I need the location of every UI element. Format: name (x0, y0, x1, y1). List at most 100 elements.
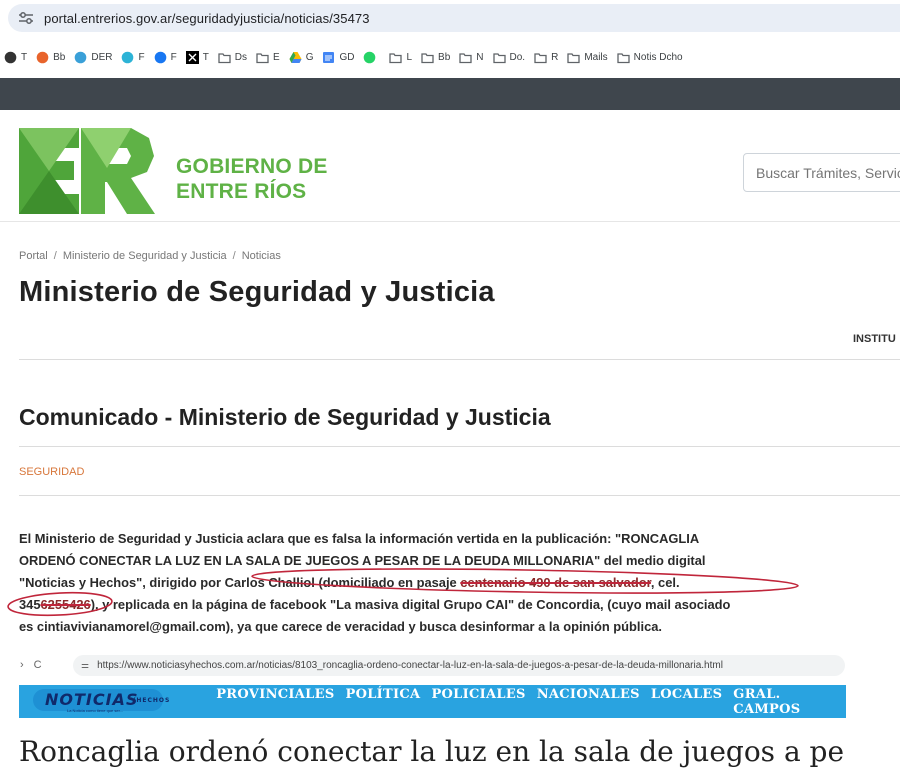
embedded-url-text: https://www.noticiasyhechos.com.ar/notic… (97, 660, 723, 671)
bookmark-label: F (170, 51, 177, 63)
folder-icon (617, 51, 630, 64)
bookmarks-bar: T Bb DER F F T Ds E G GD L Bb N Do. R Mails Notis Dcho (0, 36, 900, 78)
folder-icon (459, 51, 472, 64)
bookmark-item[interactable]: G (289, 51, 314, 64)
logo-text: NOTICIAS (45, 690, 139, 709)
url-text: portal.entrerios.gov.ar/seguridadyjustic… (44, 10, 370, 26)
bookmark-item[interactable]: Bb (421, 51, 450, 64)
article-line: "Noticias y Hechos", dirigido por Carlos… (19, 572, 899, 594)
folder-icon (218, 51, 231, 64)
breadcrumb-separator: / (232, 250, 236, 262)
bookmark-label: GD (339, 51, 355, 63)
bookmark-label: DER (91, 51, 113, 63)
embedded-browser-bar: › C ⚌ https://www.noticiasyhechos.com.ar… (0, 651, 900, 679)
bookmark-label: F (138, 51, 145, 63)
google-docs-icon (322, 51, 335, 64)
nav-item-institucional[interactable]: INSTITU (853, 333, 896, 345)
bookmark-label: Ds (234, 51, 248, 63)
noticias-y-hechos-logo: NOTICIAS YHECHOS La Noticia como tiene q… (19, 685, 192, 718)
bookmark-label: N (476, 51, 484, 63)
facebook-icon (154, 51, 167, 64)
bookmark-label: E (273, 51, 280, 63)
folder-icon (389, 51, 403, 64)
article-category[interactable]: SEGURIDAD (19, 466, 84, 478)
article-line: El Ministerio de Seguridad y Justicia ac… (19, 531, 700, 546)
menu-item-gral-campos: GRAL. CAMPOS (733, 686, 801, 717)
bookmark-label: Notis Dcho (633, 51, 683, 63)
bookmark-item[interactable]: Bb (36, 51, 65, 64)
menu-item-locales: LOCALES (650, 686, 723, 702)
bookmark-item[interactable]: Notis Dcho (617, 51, 683, 64)
google-drive-icon (289, 51, 302, 64)
bookmark-item[interactable]: Ds (218, 51, 247, 64)
article-line: ORDENÓ CONECTAR LA LUZ EN LA SALA DE JUE… (19, 553, 706, 568)
gov-name-line1: GOBIERNO DE (176, 155, 328, 178)
reload-icon: C (33, 659, 42, 671)
search-input[interactable] (743, 153, 900, 192)
bookmark-label: Bb (53, 51, 66, 63)
bookmark-label: T (202, 51, 209, 63)
bookmark-item[interactable]: E (256, 51, 280, 64)
article-text: 345 (19, 597, 41, 612)
site-header: GOBIERNO DE ENTRE RÍOS (0, 110, 900, 222)
article-line: es cintiavivianamorel@gmail.com), ya que… (19, 619, 663, 634)
forward-icon: › (20, 659, 24, 671)
site-top-band (0, 78, 900, 110)
bookmark-label: T (21, 51, 28, 63)
bookmark-label: Mails (584, 51, 608, 63)
folder-icon (256, 51, 269, 64)
circle-f-icon (121, 51, 134, 64)
folder-icon (534, 51, 547, 64)
browser-address-bar: portal.entrerios.gov.ar/seguridadyjustic… (0, 0, 900, 36)
site-settings-icon: ⚌ (81, 660, 90, 670)
bookmark-item[interactable]: Do. (492, 51, 526, 64)
site-settings-icon[interactable] (18, 11, 34, 25)
divider (19, 495, 900, 496)
bookmark-item[interactable]: Mails (567, 51, 608, 64)
struck-address: centenario 490 de san salvador (460, 575, 651, 590)
spiral-icon (74, 51, 87, 64)
bookmark-item[interactable]: F (121, 51, 145, 64)
page-title: Ministerio de Seguridad y Justicia (19, 276, 495, 308)
divider (19, 359, 900, 360)
breadcrumb-ministerio[interactable]: Ministerio de Seguridad y Justicia (63, 250, 227, 262)
bookmark-item[interactable] (363, 51, 380, 64)
breadcrumb-noticias[interactable]: Noticias (242, 250, 281, 262)
bookmark-item[interactable]: R (534, 51, 558, 64)
article-title: Comunicado - Ministerio de Seguridad y J… (19, 404, 551, 430)
article-text: ), y replicada en la página de facebook … (90, 597, 731, 612)
er-logo[interactable] (19, 128, 159, 214)
folder-icon (421, 51, 434, 64)
article-line: 3456255426), y replicada en la página de… (19, 594, 899, 616)
bookmark-label: Do. (509, 51, 526, 63)
logo-tagline: La Noticia como tiene que ser... (67, 708, 124, 713)
bookmark-label: G (305, 51, 314, 63)
embedded-url-field: ⚌ https://www.noticiasyhechos.com.ar/not… (73, 655, 845, 676)
government-name: GOBIERNO DE ENTRE RÍOS (176, 154, 328, 204)
article-text: "Noticias y Hechos", dirigido por Carlos… (19, 575, 461, 590)
breadcrumb-separator: / (53, 250, 57, 262)
url-field[interactable]: portal.entrerios.gov.ar/seguridadyjustic… (8, 4, 900, 32)
bookmark-item[interactable]: T (185, 50, 209, 64)
embedded-headline: Roncaglia ordenó conectar la luz en la s… (19, 735, 845, 768)
breadcrumb-portal[interactable]: Portal (19, 250, 48, 262)
bookmark-item[interactable]: F (154, 51, 177, 64)
x-icon (185, 50, 199, 64)
menu-item-provinciales: PROVINCIALES (216, 686, 335, 702)
bookmark-item[interactable]: DER (74, 51, 112, 64)
folder-icon (492, 51, 506, 64)
whatsapp-icon (363, 51, 376, 64)
bookmark-item[interactable]: L (389, 51, 412, 64)
github-icon (4, 51, 17, 64)
bookmark-item[interactable]: GD (322, 51, 354, 64)
struck-phone: 6255426 (40, 597, 91, 612)
article-body: El Ministerio de Seguridad y Justicia ac… (19, 528, 899, 638)
bookmark-item[interactable]: N (459, 51, 484, 64)
menu-item-politica: POLÍTICA (345, 686, 421, 702)
menu-item-policiales: POLICIALES (431, 686, 526, 702)
folder-icon (567, 51, 580, 64)
bookmark-label: Bb (438, 51, 451, 63)
bookmark-item[interactable]: T (4, 51, 27, 64)
breadcrumb: Portal / Ministerio de Seguridad y Justi… (19, 250, 281, 262)
embedded-screenshot: › C ⚌ https://www.noticiasyhechos.com.ar… (0, 651, 900, 773)
